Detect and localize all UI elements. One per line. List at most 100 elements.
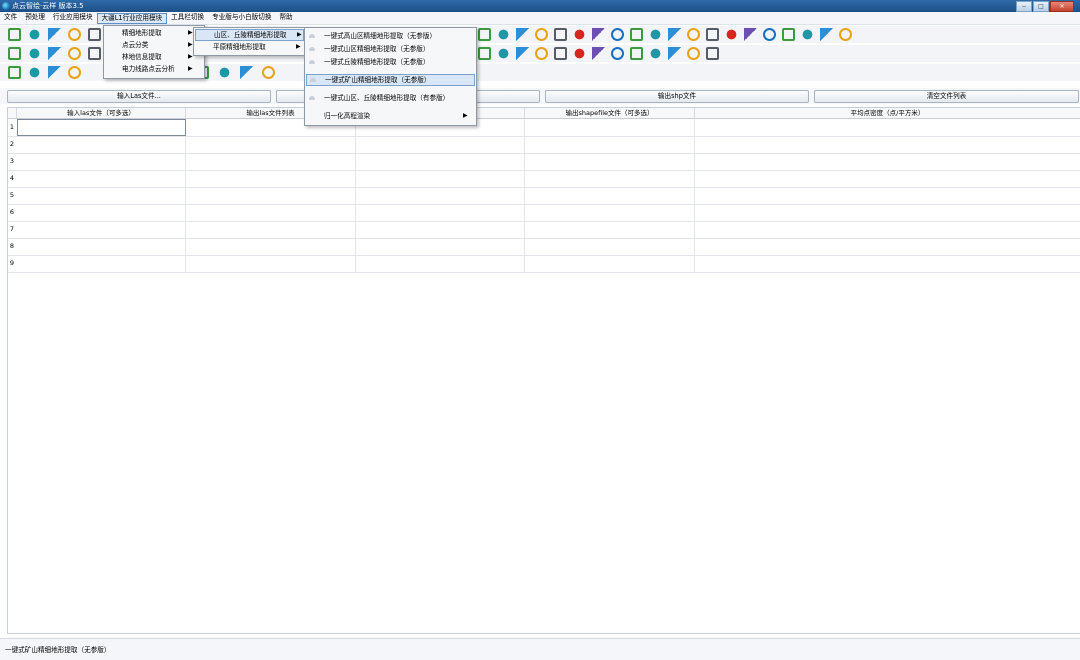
dots-grid-icon[interactable] [573,28,586,41]
table-cell[interactable] [17,119,186,136]
globe-icon[interactable] [839,28,852,41]
pin-icon[interactable] [218,66,231,79]
menu-item-mountain[interactable]: 一键式山区精细地形提取（无参版） [305,43,476,55]
frame-icon[interactable] [48,47,61,60]
warning-icon[interactable] [668,28,681,41]
table-row[interactable]: 8 [8,238,1080,256]
cone-icon[interactable] [28,47,41,60]
table-cell[interactable] [525,255,695,272]
ring-icon[interactable] [573,47,586,60]
table-row[interactable]: 4 [8,170,1080,188]
table-cell[interactable] [525,221,695,238]
menu-item-power-line[interactable]: 电力线路点云分析 ▶ [104,63,204,75]
table-cell[interactable] [186,187,356,204]
table-cell[interactable] [186,255,356,272]
curve-icon[interactable] [497,47,510,60]
tree-icon[interactable] [516,47,529,60]
scatter-icon[interactable] [630,28,643,41]
shape-icon[interactable] [478,47,491,60]
input-las-button[interactable]: 输入Las文件... [7,90,271,103]
table-cell[interactable] [356,221,525,238]
target-icon[interactable] [725,28,738,41]
table-cell[interactable] [695,187,1080,204]
table-cell[interactable] [695,153,1080,170]
table-cell[interactable] [695,221,1080,238]
table-cell[interactable] [186,238,356,255]
box-icon[interactable] [516,28,529,41]
menu-industry-modules[interactable]: 行业应用模块 [49,12,97,23]
table-cell[interactable] [356,238,525,255]
s-icon[interactable] [88,28,101,41]
trend-icon[interactable] [820,28,833,41]
table-cell[interactable] [525,187,695,204]
rect-icon[interactable] [744,28,757,41]
grid-icon[interactable] [592,28,605,41]
bars-icon[interactable] [554,47,567,60]
split-icon[interactable] [592,47,605,60]
table-cell[interactable] [17,255,186,272]
table-row[interactable]: 3 [8,153,1080,171]
image-icon[interactable] [88,47,101,60]
tree-person-icon[interactable] [687,28,700,41]
menu-item-param-version[interactable]: 一键式山区、丘陵精细地形提取（有参版） [305,92,476,104]
menu-item-normalized-elevation[interactable]: 归一化高程渲染 ▶ [305,110,476,122]
menu-item-mountain-hill[interactable]: 山区、丘陵精细地形提取 ▶ [195,29,304,41]
table-cell[interactable] [186,204,356,221]
table-row[interactable]: 1 [8,119,1080,137]
menu-preprocess[interactable]: 预处理 [21,12,49,23]
import-icon[interactable] [28,28,41,41]
table-cell[interactable] [356,187,525,204]
menu-item-classification[interactable]: 点云分类 ▶ [104,39,204,51]
cross-circle-icon[interactable] [801,28,814,41]
table-cell[interactable] [356,204,525,221]
menu-edition-switch[interactable]: 专业版与小白版切换 [208,12,275,23]
table-cell[interactable] [525,238,695,255]
line-red-icon[interactable] [48,66,61,79]
heatmap-icon[interactable] [262,66,275,79]
table-cell[interactable] [356,136,525,153]
cube-icon[interactable] [28,66,41,79]
table-cell[interactable] [17,153,186,170]
table-cell[interactable] [17,204,186,221]
table-cell[interactable] [695,238,1080,255]
pin-icon[interactable] [706,28,719,41]
col-output-shp[interactable]: 输出shapefile文件（可多选） [525,108,695,119]
table-cell[interactable] [356,255,525,272]
maximize-button[interactable]: □ [1033,1,1049,12]
menu-item-high-mountain[interactable]: 一键式高山区精细地形提取（无参版） [305,30,476,42]
col-input-las[interactable]: 输入las文件（可多选） [17,108,186,119]
recycle-icon[interactable] [706,47,719,60]
person-icon[interactable] [649,28,662,41]
table-cell[interactable] [695,255,1080,272]
col-point-density[interactable]: 平均点密度（点/平方米） [695,108,1080,119]
table-cell[interactable] [695,170,1080,187]
menu-file[interactable]: 文件 [0,12,21,23]
table-cell[interactable] [186,153,356,170]
table-cell[interactable] [356,170,525,187]
mountain-icon[interactable] [554,28,567,41]
menu-item-forest-info[interactable]: 林地信息提取 ▶ [104,51,204,63]
table-cell[interactable] [695,136,1080,153]
table-cell[interactable] [356,153,525,170]
table-cell[interactable] [695,119,1080,136]
leaf-icon[interactable] [649,47,662,60]
export-icon[interactable] [48,28,61,41]
dots-icon[interactable] [630,47,643,60]
zoom-icon[interactable] [8,66,21,79]
grid-dots-icon[interactable] [611,47,624,60]
tag-icon[interactable] [535,47,548,60]
table-cell[interactable] [186,221,356,238]
table-cell[interactable] [525,119,695,136]
menu-toolbar-switch[interactable]: 工具栏切换 [167,12,208,23]
table-cell[interactable] [525,153,695,170]
hill-icon[interactable] [763,28,776,41]
folder-icon[interactable] [497,28,510,41]
table-cell[interactable] [186,170,356,187]
line-red2-icon[interactable] [68,66,81,79]
clear-list-button[interactable]: 清空文件列表 [814,90,1079,103]
menu-dji-l1-modules[interactable]: 大疆L1行业应用模块 [96,13,168,24]
output-shp-button[interactable]: 输出shp文件 [545,90,809,103]
table-cell[interactable] [695,204,1080,221]
house-icon[interactable] [668,47,681,60]
copy-icon[interactable] [68,28,81,41]
